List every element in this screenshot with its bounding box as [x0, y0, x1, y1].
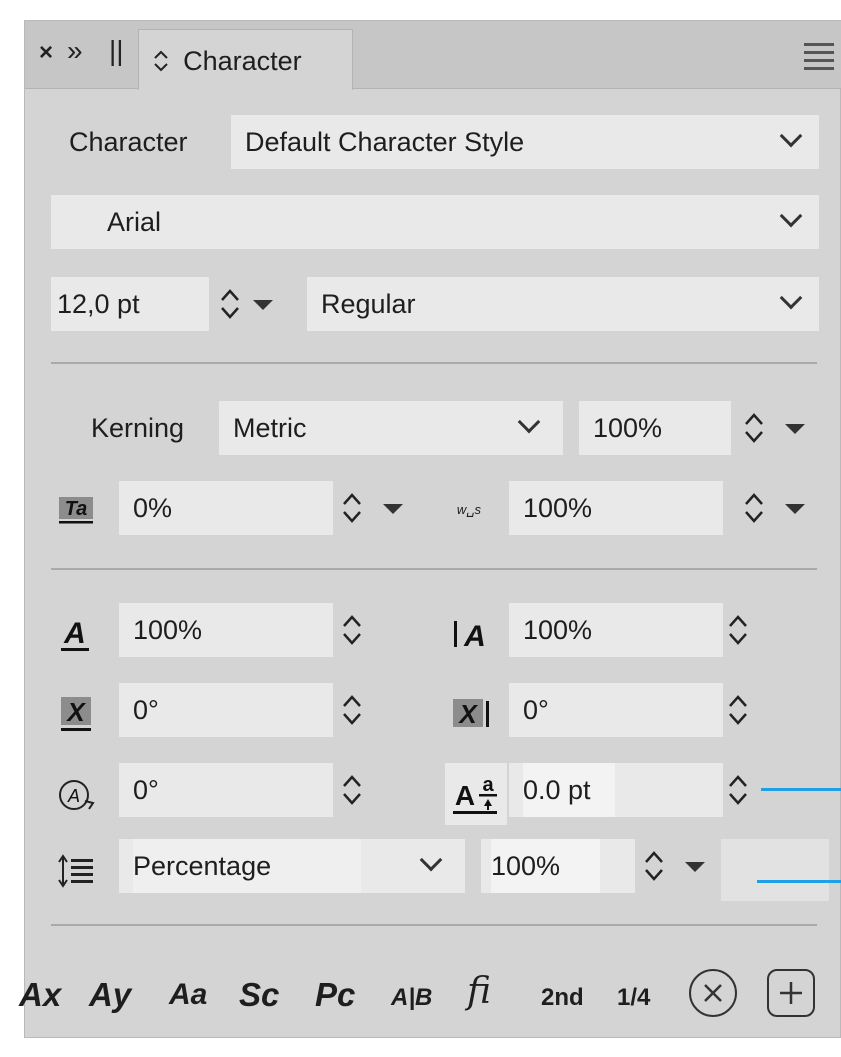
accent-line: [761, 788, 841, 791]
baseline-stepper[interactable]: [727, 773, 749, 807]
tab-label: Character: [183, 46, 302, 76]
case-aa-button[interactable]: Aa: [169, 978, 207, 1012]
character-style-value: Default Character Style: [245, 127, 525, 157]
baseline-value: 0.0 pt: [523, 763, 615, 817]
font-size-value: 12,0 pt: [57, 289, 140, 319]
rotation-stepper[interactable]: [341, 773, 363, 807]
chevron-down-icon: [779, 204, 803, 228]
horizontal-scale-field[interactable]: 100%: [509, 603, 723, 657]
divider: [51, 568, 817, 570]
horizontal-scale-stepper[interactable]: [727, 613, 749, 647]
baseline-shift-icon: Aa: [445, 763, 507, 825]
tracking-icon: Ta: [57, 495, 97, 525]
skew-2-stepper[interactable]: [727, 693, 749, 727]
chevron-down-icon: [517, 410, 541, 434]
font-size-field[interactable]: 12,0 pt: [51, 277, 209, 331]
skew-2-icon: X: [451, 695, 493, 733]
kerning-stepper[interactable]: [743, 411, 765, 445]
font-size-menu-icon[interactable]: [253, 300, 273, 310]
baseline-field[interactable]: 0.0 pt: [509, 763, 723, 817]
divider: [51, 362, 817, 364]
tracking-field[interactable]: 0%: [119, 481, 333, 535]
font-style-value: Regular: [321, 289, 416, 319]
skew-field[interactable]: 0°: [119, 683, 333, 737]
svg-text:X: X: [65, 697, 86, 727]
chevron-down-icon: [779, 286, 803, 310]
leading-value: 100%: [491, 839, 601, 893]
character-rotation-icon: A: [57, 777, 97, 813]
kerning-percent-field[interactable]: 100%: [579, 401, 731, 455]
word-spacing-value: 100%: [523, 493, 593, 523]
small-caps-button[interactable]: Sc: [239, 976, 279, 1014]
svg-text:A: A: [463, 620, 486, 653]
skew-2-field[interactable]: 0°: [509, 683, 723, 737]
word-spacing-stepper[interactable]: [743, 491, 765, 525]
tracking-menu-icon[interactable]: [383, 504, 403, 514]
font-size-stepper[interactable]: [219, 287, 241, 321]
panel-header: × » || Character: [25, 21, 841, 90]
ordinal-button[interactable]: 2nd: [541, 984, 584, 1012]
ab-button[interactable]: A|B: [391, 984, 432, 1012]
svg-text:A: A: [455, 780, 475, 811]
leading-stepper[interactable]: [643, 849, 665, 883]
tracking-stepper[interactable]: [341, 491, 363, 525]
leading-icon: [57, 853, 97, 889]
leading-mode-value: Percentage: [133, 839, 362, 893]
tracking-value: 0%: [133, 493, 173, 523]
word-spacing-field[interactable]: 100%: [509, 481, 723, 535]
svg-text:A: A: [63, 617, 86, 650]
svg-text:a: a: [482, 774, 494, 796]
small-caps-ay-button[interactable]: Ay: [89, 976, 131, 1014]
horizontal-scale-icon: A: [451, 615, 493, 653]
font-family-dropdown[interactable]: Arial: [51, 195, 819, 249]
leading-value-field[interactable]: 100%: [481, 839, 635, 893]
skew-2-value: 0°: [523, 695, 549, 725]
rotation-value: 0°: [133, 775, 159, 805]
petite-caps-button[interactable]: Pc: [315, 976, 355, 1014]
ligature-button[interactable]: fi: [467, 971, 491, 1012]
svg-text:A: A: [67, 786, 80, 806]
font-family-value: Arial: [107, 207, 162, 237]
kerning-value: Metric: [233, 413, 307, 443]
vertical-scale-value: 100%: [133, 615, 203, 645]
vertical-scale-stepper[interactable]: [341, 613, 363, 647]
skew-icon: X: [59, 695, 95, 733]
chevron-down-icon: [419, 848, 443, 872]
all-caps-button[interactable]: Ax: [19, 976, 61, 1014]
leading-extra-area: [721, 839, 829, 901]
character-style-dropdown[interactable]: Default Character Style: [231, 115, 819, 169]
accent-line: [757, 880, 841, 883]
svg-text:Ta: Ta: [65, 498, 88, 520]
kerning-percent-value: 100%: [593, 413, 663, 443]
close-icon[interactable]: ×: [39, 39, 53, 67]
character-style-label: Character: [69, 127, 188, 157]
add-box-icon[interactable]: [767, 969, 815, 1017]
word-spacing-icon: w␣s: [456, 502, 482, 517]
kerning-dropdown[interactable]: Metric: [219, 401, 563, 455]
horizontal-scale-value: 100%: [523, 615, 593, 645]
leading-mode-dropdown[interactable]: Percentage: [119, 839, 465, 893]
menu-icon[interactable]: [804, 43, 834, 75]
skew-value: 0°: [133, 695, 159, 725]
chevron-down-icon: [779, 124, 803, 148]
fraction-button[interactable]: 1/4: [617, 984, 650, 1012]
rotation-field[interactable]: 0°: [119, 763, 333, 817]
font-style-dropdown[interactable]: Regular: [307, 277, 819, 331]
kerning-menu-icon[interactable]: [785, 424, 805, 434]
leading-menu-icon[interactable]: [685, 862, 705, 872]
divider: [51, 924, 817, 926]
kerning-label: Kerning: [91, 413, 185, 443]
tab-chevron-icon: [153, 50, 175, 75]
collapse-icon[interactable]: »: [67, 35, 83, 67]
skew-stepper[interactable]: [341, 693, 363, 727]
svg-text:X: X: [457, 699, 478, 729]
character-panel: × » || Character Character Default Chara…: [19, 20, 841, 1038]
tab-character[interactable]: Character: [138, 29, 353, 90]
vertical-scale-icon: A: [59, 615, 95, 653]
remove-circle-icon[interactable]: [689, 969, 737, 1017]
vertical-scale-field[interactable]: 100%: [119, 603, 333, 657]
word-spacing-menu-icon[interactable]: [785, 504, 805, 514]
grip-icon[interactable]: ||: [109, 35, 124, 67]
